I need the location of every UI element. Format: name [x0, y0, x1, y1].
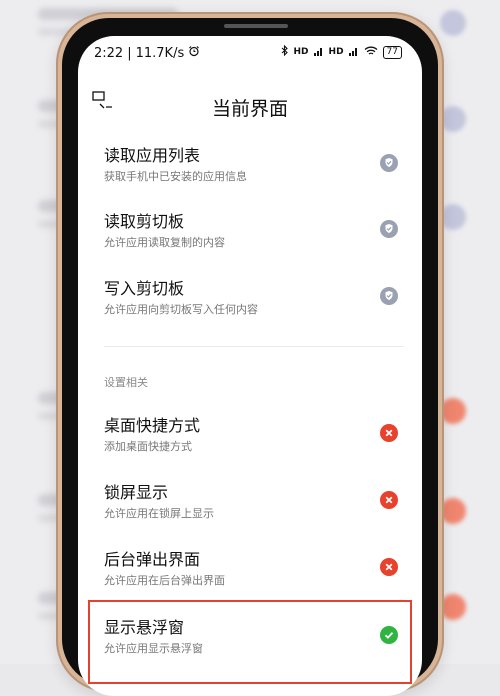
- signal-bars-icon: [313, 46, 324, 59]
- earpiece-speaker: [224, 24, 288, 28]
- signal-2: HD: [328, 47, 344, 57]
- status-separator: |: [127, 45, 132, 61]
- setting-item-background-popup[interactable]: 后台弹出界面 允许应用在后台弹出界面: [104, 546, 404, 602]
- item-title: 写入剪切板: [104, 279, 185, 298]
- item-description: 允许应用在后台弹出界面: [104, 574, 225, 587]
- shield-icon[interactable]: [380, 154, 398, 172]
- section-divider: [104, 346, 404, 347]
- permission-item-read-clipboard[interactable]: 读取剪切板 允许应用读取复制的内容: [104, 208, 404, 264]
- setting-item-floating-window[interactable]: 显示悬浮窗 允许应用显示悬浮窗: [104, 614, 404, 670]
- item-description: 获取手机中已安装的应用信息: [104, 170, 247, 183]
- status-bar: 2:22 | 11.7K/s HD HD 77: [78, 36, 422, 66]
- status-left: 2:22 | 11.7K/s: [94, 45, 200, 61]
- item-title: 读取剪切板: [104, 212, 185, 231]
- phone-screen: 2:22 | 11.7K/s HD HD 77 当前界面 读取应用列表 获取手机…: [78, 36, 422, 696]
- allowed-check-icon[interactable]: [380, 626, 398, 644]
- battery-indicator: 77: [382, 45, 402, 59]
- bg-dot: [440, 10, 466, 36]
- page-header: 当前界面: [78, 76, 422, 134]
- item-description: 允许应用显示悬浮窗: [104, 642, 203, 655]
- status-network-speed: 11.7K/s: [135, 45, 185, 61]
- denied-x-icon[interactable]: [380, 491, 398, 509]
- item-title: 锁屏显示: [104, 483, 169, 502]
- item-description: 允许应用读取复制的内容: [104, 236, 225, 249]
- status-right: HD HD 77: [281, 44, 402, 59]
- signal-bars-icon: [348, 46, 359, 59]
- wifi-icon: [364, 46, 378, 59]
- status-time: 2:22: [94, 45, 124, 61]
- bluetooth-icon: [281, 44, 289, 59]
- item-description: 允许应用在锁屏上显示: [104, 507, 214, 520]
- denied-x-icon[interactable]: [380, 424, 398, 442]
- setting-item-lockscreen-display[interactable]: 锁屏显示 允许应用在锁屏上显示: [104, 479, 404, 535]
- permission-item-read-app-list[interactable]: 读取应用列表 获取手机中已安装的应用信息: [104, 142, 404, 198]
- page-title: 当前界面: [211, 98, 288, 120]
- denied-x-icon[interactable]: [380, 558, 398, 576]
- shield-icon[interactable]: [380, 287, 398, 305]
- item-title: 桌面快捷方式: [104, 416, 201, 435]
- permission-item-write-clipboard[interactable]: 写入剪切板 允许应用向剪切板写入任何内容: [104, 275, 404, 331]
- shield-icon[interactable]: [380, 220, 398, 238]
- signal-1: HD: [293, 47, 309, 57]
- phone-bezel: 2:22 | 11.7K/s HD HD 77 当前界面 读取应用列表 获取手机…: [62, 18, 438, 696]
- alarm-clock-icon: [188, 45, 200, 61]
- setting-item-desktop-shortcut[interactable]: 桌面快捷方式 添加桌面快捷方式: [104, 412, 404, 468]
- item-title: 后台弹出界面: [104, 550, 201, 569]
- item-title: 读取应用列表: [104, 146, 201, 165]
- item-description: 添加桌面快捷方式: [104, 440, 192, 453]
- phone-frame: 2:22 | 11.7K/s HD HD 77 当前界面 读取应用列表 获取手机…: [56, 12, 444, 696]
- section-label: 设置相关: [104, 376, 148, 389]
- item-title: 显示悬浮窗: [104, 618, 185, 637]
- item-description: 允许应用向剪切板写入任何内容: [104, 303, 258, 316]
